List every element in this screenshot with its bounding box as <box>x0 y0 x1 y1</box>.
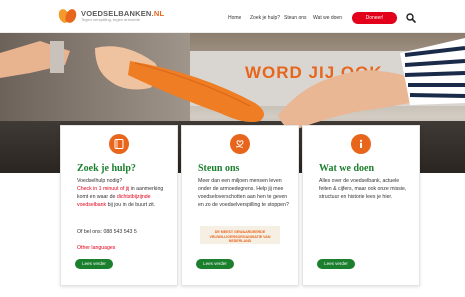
logo-tagline: Tegen verspilling, tegen armoede <box>81 17 140 23</box>
card-title: Zoek je hulp? <box>77 163 136 174</box>
info-icon <box>351 134 371 154</box>
search-icon[interactable] <box>406 13 416 23</box>
card-wat-we-doen: Wat we doen Alles over de voedselbank, a… <box>302 125 420 286</box>
lees-verder-button[interactable]: Lees verder <box>196 259 234 269</box>
other-languages-link[interactable]: Other languages <box>77 244 115 252</box>
card-zoek-je-hulp: Zoek je hulp? Voedselhulp nodig? Check i… <box>60 125 178 286</box>
phone-text: Of bel ons: 088 543 543 5 <box>77 229 137 235</box>
doneer-button[interactable]: Doneer! <box>352 12 397 24</box>
card-body: Alles over de voedselbank, actuele feite… <box>319 178 407 200</box>
card-steun-ons: Steun ons Meer dan een miljoen mensen le… <box>181 125 299 286</box>
logo-hands-icon <box>56 7 79 25</box>
wristwatch <box>50 41 64 73</box>
nav-wat-we-doen[interactable]: Wat we doen <box>313 15 342 21</box>
lees-verder-button[interactable]: Lees verder <box>75 259 113 269</box>
card-title: Steun ons <box>198 163 240 174</box>
hand-heart-icon <box>230 134 250 154</box>
site-header: VOEDSELBANKEN.NL Tegen verspilling, tege… <box>0 0 465 33</box>
site-logo[interactable]: VOEDSELBANKEN.NL Tegen verspilling, tege… <box>56 7 165 25</box>
card-title: Wat we doen <box>319 163 374 174</box>
logo-name: VOEDSELBANKEN.NL <box>81 8 165 18</box>
nav-steun-ons[interactable]: Steun ons <box>284 15 307 21</box>
book-icon <box>109 134 129 154</box>
card-body: Meer dan een miljoen mensen leven onder … <box>198 178 289 208</box>
award-banner: DE MEEST GEWAARDEERDE VRIJWILLIGERSORGAN… <box>200 226 280 244</box>
nav-zoek-je-hulp[interactable]: Zoek je hulp? <box>250 15 280 21</box>
check-link[interactable]: Check in 1 minuut of jij <box>77 186 129 192</box>
card-body: Voedselhulp nodig? Check in 1 minuut of … <box>77 178 164 208</box>
nav-home[interactable]: Home <box>228 15 241 21</box>
lees-verder-button[interactable]: Lees verder <box>317 259 355 269</box>
